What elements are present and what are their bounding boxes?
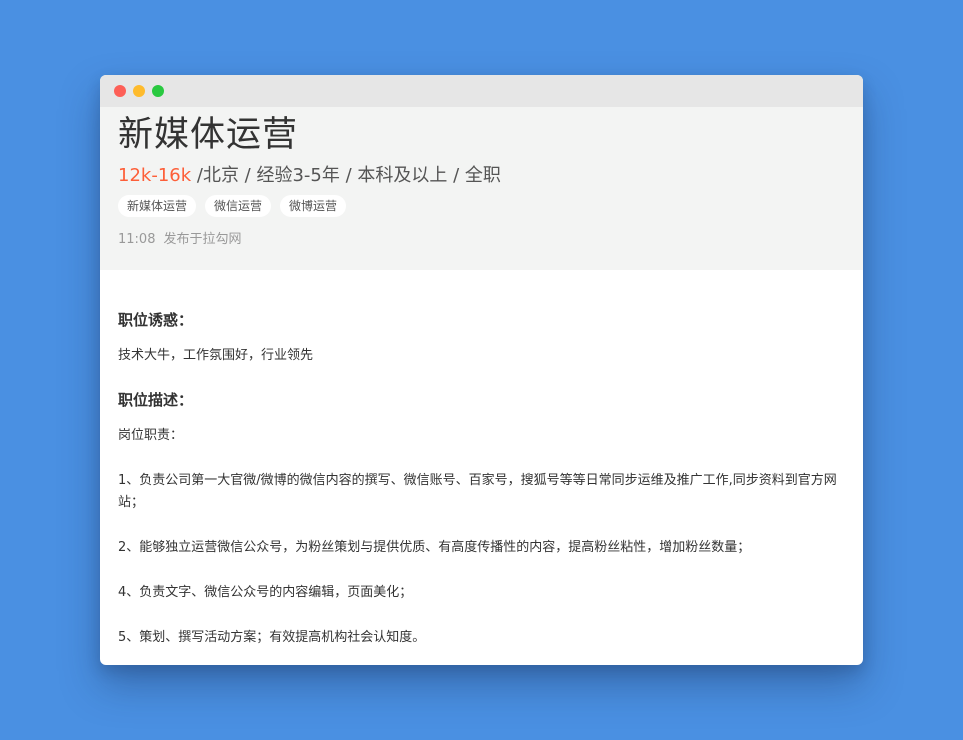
advantage-text: 技术大牛，工作氛围好，行业领先 xyxy=(118,348,314,363)
duty-item: 1、负责公司第一大官微/微博的微信内容的撰写、微信账号、百家号，搜狐号等等日常同… xyxy=(118,473,837,510)
publish-time: 11:08 xyxy=(118,232,156,247)
duty-item: 4、负责文字、微信公众号的内容编辑，页面美化； xyxy=(118,585,413,600)
publish-info: 11:08 发布于拉勾网 xyxy=(118,228,845,247)
advantage-heading: 职位诱惑： xyxy=(118,311,194,329)
job-tag[interactable]: 微博运营 xyxy=(280,195,347,217)
browser-window: 新媒体运营 12k-16k /北京 / 经验3-5年 / 本科及以上 / 全职 … xyxy=(100,75,863,665)
maximize-window-button[interactable] xyxy=(152,85,164,97)
job-requirements: /北京 / 经验3-5年 / 本科及以上 / 全职 xyxy=(191,165,501,186)
window-titlebar xyxy=(100,75,863,107)
job-tags: 新媒体运营 微信运营 微博运营 xyxy=(118,195,845,217)
job-meta: 12k-16k /北京 / 经验3-5年 / 本科及以上 / 全职 xyxy=(118,163,845,189)
job-tag[interactable]: 微信运营 xyxy=(205,195,272,217)
duty-item: 5、策划、撰写活动方案；有效提高机构社会认知度。 xyxy=(118,630,426,645)
job-salary: 12k-16k xyxy=(118,165,192,186)
minimize-window-button[interactable] xyxy=(133,85,145,97)
duty-item: 2、能够独立运营微信公众号，为粉丝策划与提供优质、有高度传播性的内容，提高粉丝粘… xyxy=(118,540,751,555)
job-title: 新媒体运营 xyxy=(118,115,299,155)
duties-label: 岗位职责： xyxy=(118,428,184,443)
description-heading: 职位描述： xyxy=(118,391,194,409)
job-tag[interactable]: 新媒体运营 xyxy=(118,195,197,217)
job-detail: 职位诱惑： 技术大牛，工作氛围好，行业领先 职位描述： 岗位职责： 1、负责公司… xyxy=(100,270,863,649)
close-window-button[interactable] xyxy=(114,85,126,97)
publish-source: 发布于拉勾网 xyxy=(163,232,242,247)
job-header: 新媒体运营 12k-16k /北京 / 经验3-5年 / 本科及以上 / 全职 … xyxy=(100,107,863,270)
